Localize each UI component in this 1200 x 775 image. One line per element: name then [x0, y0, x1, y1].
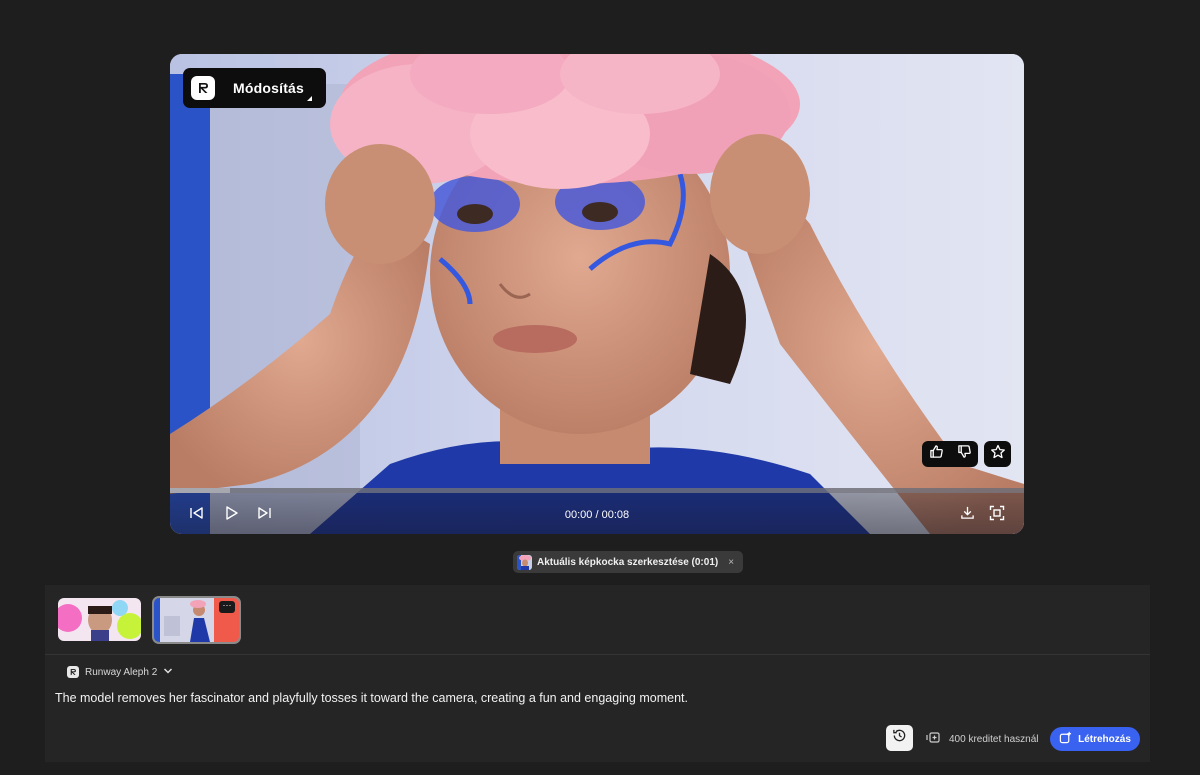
download-icon — [960, 505, 975, 525]
history-icon — [892, 728, 907, 748]
runway-logo-icon — [191, 76, 215, 100]
reference-more-button[interactable]: ··· — [219, 601, 235, 613]
reference-image-1[interactable] — [58, 598, 141, 641]
prompt-text[interactable]: The model removes her fascinator and pla… — [55, 690, 1135, 706]
credits-label: 400 kreditet használ — [949, 733, 1039, 745]
thumbs-up-icon — [929, 444, 944, 464]
time-current: 00:00 — [564, 509, 593, 521]
rating-group — [922, 441, 978, 467]
fullscreen-button[interactable] — [987, 505, 1007, 525]
reference-image-2[interactable]: ··· — [152, 596, 241, 644]
thumbs-down-icon — [957, 444, 972, 464]
chevron-down-icon — [163, 667, 173, 678]
thumbs-up-button[interactable] — [922, 441, 950, 467]
progress-bar[interactable] — [170, 488, 1024, 493]
progress-fill — [170, 488, 230, 493]
fullscreen-icon — [989, 505, 1005, 526]
prompt-panel: ··· Runway Aleph 2 The model removes her… — [45, 585, 1150, 762]
history-button[interactable] — [886, 725, 913, 751]
frame-thumbnail — [517, 554, 532, 570]
model-select[interactable]: Runway Aleph 2 — [67, 666, 173, 678]
model-badge[interactable]: Módosítás — [183, 68, 327, 108]
badge-corner-icon — [307, 96, 313, 101]
reference-strip: ··· — [45, 585, 1150, 655]
player-controls: 00:00 / 00:08 — [170, 488, 1024, 534]
current-frame-chip[interactable]: Aktuális képkocka szerkesztése (0:01) × — [513, 551, 744, 573]
time-display: 00:00 / 00:08 — [170, 509, 1024, 521]
model-select-label: Runway Aleph 2 — [85, 666, 158, 678]
create-icon — [1059, 731, 1072, 747]
runway-logo-icon — [67, 666, 79, 678]
credits-info: 400 kreditet használ — [926, 732, 1039, 746]
download-button[interactable] — [957, 505, 977, 525]
video-player[interactable]: Módosítás 00:00 / 00:08 — [170, 54, 1024, 534]
model-badge-label: Módosítás — [233, 80, 305, 96]
favorite-button[interactable] — [984, 441, 1011, 467]
chip-close-button[interactable]: × — [728, 557, 734, 568]
credits-icon — [926, 732, 940, 746]
star-icon — [990, 444, 1006, 465]
create-button[interactable]: Létrehozás — [1050, 727, 1140, 751]
create-button-label: Létrehozás — [1078, 733, 1131, 745]
video-frame — [170, 54, 1024, 534]
time-total: 00:08 — [601, 509, 630, 521]
chip-label: Aktuális képkocka szerkesztése (0:01) — [537, 556, 719, 568]
thumbs-down-button[interactable] — [950, 441, 978, 467]
